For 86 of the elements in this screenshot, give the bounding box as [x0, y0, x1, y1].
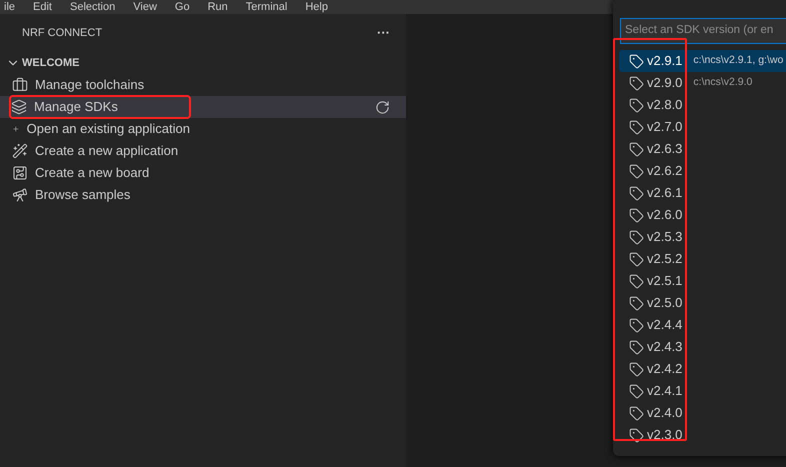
sidebar-item[interactable]: Create a new board: [0, 162, 406, 184]
sdk-version-item[interactable]: v2.6.0: [619, 204, 786, 226]
sdk-version-item[interactable]: v2.4.1: [619, 380, 786, 402]
version-label: v2.4.0: [647, 404, 682, 422]
tag-icon: [629, 384, 644, 398]
section-title[interactable]: WELCOME: [22, 54, 80, 72]
circuit-board-icon: [12, 165, 28, 181]
item-label: Create a new board: [35, 164, 150, 182]
version-label: v2.9.1: [647, 52, 682, 70]
menu-item[interactable]: View: [133, 0, 157, 14]
panel-title: NRF CONNECT: [22, 26, 102, 41]
version-label: v2.4.3: [647, 338, 682, 356]
tag-icon: [629, 142, 644, 156]
version-label: v2.5.2: [647, 250, 682, 268]
refresh-icon[interactable]: [375, 100, 390, 114]
tag-icon: [629, 296, 644, 310]
sdk-version-item[interactable]: v2.5.1: [619, 270, 786, 292]
tag-icon: [629, 76, 644, 90]
tag-icon: [629, 252, 644, 266]
version-label: v2.6.2: [647, 162, 682, 180]
telescope-icon: [12, 187, 28, 203]
sdk-version-item[interactable]: v2.6.2: [619, 160, 786, 182]
layers-icon: [11, 99, 27, 115]
tag-icon: [629, 120, 644, 134]
version-label: v2.5.0: [647, 294, 682, 312]
tag-icon: [629, 362, 644, 376]
sdk-search-field[interactable]: Select an SDK version (or en: [620, 18, 786, 44]
tag-icon: [629, 340, 644, 354]
menu-item[interactable]: Selection: [70, 0, 116, 14]
sdk-version-item[interactable]: v2.4.0: [619, 402, 786, 424]
menu-item[interactable]: Run: [208, 0, 228, 14]
version-label: v2.6.1: [647, 184, 682, 202]
version-label: v2.4.1: [647, 382, 682, 400]
menu-item[interactable]: Terminal: [246, 0, 288, 14]
menu-item[interactable]: ile: [4, 0, 16, 14]
sidebar-item[interactable]: Manage toolchains: [0, 74, 406, 96]
sdk-version-item[interactable]: v2.4.4: [619, 314, 786, 336]
tag-icon: [629, 164, 644, 178]
tag-icon: [629, 54, 644, 68]
version-label: v2.4.2: [647, 360, 682, 378]
tag-icon: [629, 274, 644, 288]
sdk-version-item[interactable]: v2.9.1 c:\ncs\v2.9.1, g:\wo: [619, 50, 786, 72]
item-label: Manage SDKs: [34, 98, 118, 116]
item-label: Create a new application: [35, 142, 178, 160]
sidebar-item[interactable]: Manage SDKs: [0, 96, 406, 118]
tag-icon: [629, 428, 644, 442]
sdk-version-item[interactable]: v2.4.3: [619, 336, 786, 358]
sdk-version-item[interactable]: v2.3.0: [619, 424, 786, 446]
tag-icon: [629, 318, 644, 332]
briefcase-icon: [12, 77, 28, 93]
menu-item[interactable]: Edit: [33, 0, 52, 14]
tag-icon: [629, 98, 644, 112]
more-actions-button[interactable]: ···: [377, 23, 390, 43]
sdk-version-item[interactable]: v2.6.1: [619, 182, 786, 204]
sdk-version-item[interactable]: v2.9.0 c:\ncs\v2.9.0: [619, 72, 786, 94]
sdk-version-item[interactable]: v2.4.2: [619, 358, 786, 380]
menu-item[interactable]: Go: [174, 0, 190, 14]
version-label: v2.6.0: [647, 206, 682, 224]
sidebar-item[interactable]: Browse samples: [0, 184, 406, 206]
version-label: v2.5.3: [647, 228, 682, 246]
tag-icon: [629, 208, 644, 222]
tag-icon: [629, 186, 644, 200]
version-label: v2.4.4: [647, 316, 682, 334]
version-path: c:\ncs\v2.9.0: [693, 75, 752, 90]
version-path: c:\ncs\v2.9.1, g:\wo: [693, 53, 784, 68]
sdk-version-item[interactable]: v2.6.3: [619, 138, 786, 160]
version-label: v2.3.0: [647, 426, 682, 444]
sdk-version-item[interactable]: v2.5.0: [619, 292, 786, 314]
item-label: Manage toolchains: [35, 76, 144, 94]
sidebar-item[interactable]: Open an existing application: [0, 118, 406, 140]
tag-icon: [629, 406, 644, 420]
item-label: Browse samples: [35, 186, 130, 204]
menu-item[interactable]: Help: [305, 0, 328, 14]
tag-icon: [629, 230, 644, 244]
sidebar-item[interactable]: Create a new application: [0, 140, 406, 162]
sdk-version-item[interactable]: v2.7.0: [619, 116, 786, 138]
sdk-version-item[interactable]: v2.5.3: [619, 226, 786, 248]
sdk-version-item[interactable]: v2.5.2: [619, 248, 786, 270]
version-label: v2.7.0: [647, 118, 682, 136]
version-label: v2.5.1: [647, 272, 682, 290]
version-label: v2.8.0: [647, 96, 682, 114]
wand-icon: [12, 143, 28, 159]
version-label: v2.6.3: [647, 140, 682, 158]
sdk-version-item[interactable]: v2.8.0: [619, 94, 786, 116]
version-label: v2.9.0: [647, 74, 682, 92]
item-label: Open an existing application: [26, 120, 190, 138]
